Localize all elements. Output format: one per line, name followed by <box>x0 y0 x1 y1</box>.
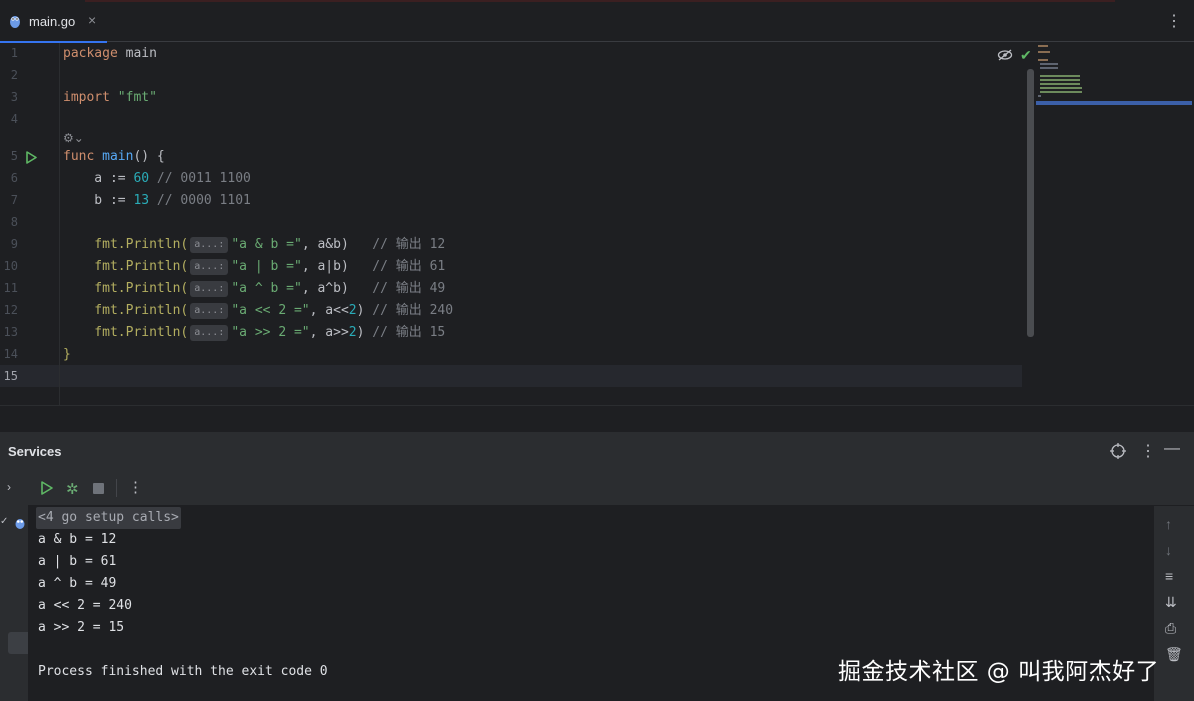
clear-trash-icon[interactable]: 🗑 <box>1165 646 1183 663</box>
panel-splitter[interactable] <box>0 405 1194 432</box>
scroll-up-icon[interactable]: ↑ <box>1165 516 1172 532</box>
code-area[interactable]: package main import "fmt" func main() { … <box>63 43 1024 405</box>
editor-tab-bar: main.go × ⋮ <box>0 0 1194 43</box>
check-icon: ✓ <box>0 516 9 527</box>
console-side-actions: ↑ ↓ ≡ ⇊ ⎙ 🗑 <box>1154 506 1194 701</box>
tab-options-icon[interactable]: ⋮ <box>1166 11 1182 31</box>
parameter-hint: a...: <box>190 325 229 341</box>
parameter-hint: a...: <box>190 237 229 253</box>
line-number: 10 <box>3 259 18 273</box>
console-line: a & b = 12 <box>38 532 117 547</box>
editor-vertical-scrollbar[interactable] <box>1027 69 1034 337</box>
services-header: Services ⋮ — <box>0 432 1194 470</box>
minimap-viewport[interactable] <box>1036 101 1192 105</box>
code-line: fmt.Println(a...: "a ^ b =", a^b) // 输出 4… <box>63 281 446 297</box>
line-number-gutter: 1 2 3 4 5 6 7 8 9 10 11 12 13 14 15 <box>0 43 60 405</box>
scroll-down-icon[interactable]: ↓ <box>1165 542 1172 558</box>
code-line: b := 13 // 0000 1101 <box>63 193 251 208</box>
print-icon[interactable]: ⎙ <box>1165 620 1176 637</box>
console-toolbar: ✲ ⋮ <box>28 470 1194 506</box>
line-number: 12 <box>3 303 18 317</box>
code-line: fmt.Println(a...: "a >> 2 =", a>>2) // 输出… <box>63 325 446 341</box>
line-number-current: 15 <box>3 369 18 383</box>
minimize-icon[interactable]: — <box>1164 440 1180 458</box>
stop-icon[interactable] <box>93 483 104 494</box>
console-line: a << 2 = 240 <box>38 598 132 613</box>
line-number: 14 <box>3 347 18 361</box>
scroll-to-end-icon[interactable]: ⇊ <box>1165 594 1177 611</box>
locate-target-icon[interactable] <box>1110 443 1126 459</box>
line-number: 4 <box>10 112 18 126</box>
console-options-icon[interactable]: ⋮ <box>128 478 143 496</box>
go-gopher-icon <box>15 519 25 529</box>
line-number: 1 <box>10 46 18 60</box>
soft-wrap-icon[interactable]: ≡ <box>1165 568 1173 584</box>
debug-bug-icon[interactable]: ✲ <box>66 480 79 498</box>
parameter-hint: a...: <box>190 303 229 319</box>
tree-selection[interactable] <box>8 632 28 654</box>
code-editor[interactable]: 1 2 3 4 5 6 7 8 9 10 11 12 13 14 15 ⚙⌄ p… <box>0 43 1194 405</box>
line-number: 3 <box>10 90 18 104</box>
console-line: a >> 2 = 15 <box>38 620 125 635</box>
line-number: 11 <box>3 281 18 295</box>
run-gutter-icon[interactable] <box>25 151 37 164</box>
line-number: 8 <box>10 215 18 229</box>
code-line: fmt.Println(a...: "a << 2 =", a<<2) // 输出… <box>63 303 454 319</box>
tab-main-go[interactable]: main.go × <box>0 0 107 43</box>
chevron-right-icon[interactable]: › <box>7 480 11 494</box>
folded-setup-calls[interactable]: <4 go setup calls> <box>36 507 181 529</box>
line-number: 7 <box>10 193 18 207</box>
tab-title: main.go <box>29 14 76 29</box>
window-top-accent <box>85 0 1115 2</box>
toolbar-divider <box>116 479 117 497</box>
console-line: a ^ b = 49 <box>38 576 117 591</box>
code-line: package main <box>63 46 157 61</box>
code-line: func main() { <box>63 149 165 164</box>
code-line: fmt.Println(a...: "a | b =", a|b) // 输出 6… <box>63 259 446 275</box>
reader-mode-icon[interactable] <box>997 49 1013 61</box>
no-problems-check-icon[interactable]: ✔ <box>1020 47 1032 64</box>
line-number: 9 <box>10 237 18 251</box>
process-finished-line: Process finished with the exit code 0 <box>38 664 328 679</box>
services-options-icon[interactable]: ⋮ <box>1140 441 1156 461</box>
parameter-hint: a...: <box>190 281 229 297</box>
rerun-icon[interactable] <box>40 481 54 495</box>
code-line: import "fmt" <box>63 90 157 105</box>
line-number: 5 <box>10 149 18 163</box>
services-title: Services <box>8 444 62 459</box>
tab-close-icon[interactable]: × <box>88 12 96 28</box>
watermark: 掘金技术社区 @ 叫我阿杰好了 <box>838 659 1160 685</box>
go-gopher-icon <box>10 16 20 28</box>
line-number: 2 <box>10 68 18 82</box>
console-line: a | b = 61 <box>38 554 117 569</box>
services-tree[interactable]: › ✓ <box>0 470 28 701</box>
code-line: fmt.Println(a...: "a & b =", a&b) // 输出 1… <box>63 237 446 253</box>
code-line: a := 60 // 0011 1100 <box>63 171 251 186</box>
code-line: } <box>63 347 71 362</box>
parameter-hint: a...: <box>190 259 229 275</box>
line-number: 6 <box>10 171 18 185</box>
line-number: 13 <box>3 325 18 339</box>
